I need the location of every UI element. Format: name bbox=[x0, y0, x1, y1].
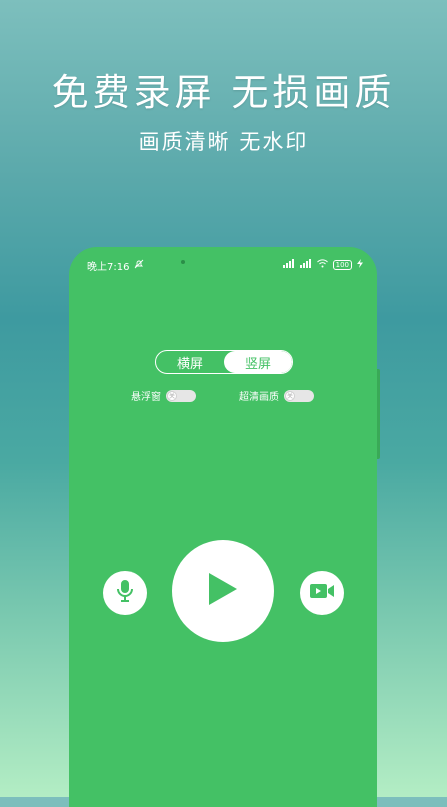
promo-subline: 画质清晰 无水印 bbox=[138, 130, 309, 154]
floating-window-toggle-knob: 关 bbox=[167, 390, 177, 401]
hd-quality-setting: 超清画质 关 bbox=[239, 388, 314, 403]
promo-headline: 免费录屏 无损画质 bbox=[51, 71, 396, 114]
video-camera-button[interactable] bbox=[300, 571, 344, 615]
phone-screen: 晚上7:16 100 横屏 竖屏 悬浮窗 关 超清画质 关 bbox=[69, 247, 380, 807]
bell-off-icon bbox=[134, 259, 144, 272]
floating-window-setting: 悬浮窗 关 bbox=[131, 388, 196, 403]
status-bar: 晚上7:16 100 bbox=[87, 257, 363, 273]
microphone-button[interactable] bbox=[103, 571, 147, 615]
floating-window-label: 悬浮窗 bbox=[131, 392, 161, 403]
hd-quality-toggle-knob: 关 bbox=[285, 390, 295, 401]
signal-icon bbox=[282, 259, 295, 271]
microphone-icon bbox=[116, 579, 134, 607]
battery-indicator: 100 bbox=[332, 260, 352, 270]
portrait-option[interactable]: 竖屏 bbox=[224, 351, 292, 373]
wifi-icon bbox=[316, 259, 328, 271]
charging-icon bbox=[357, 259, 363, 271]
landscape-option[interactable]: 横屏 bbox=[156, 351, 224, 373]
hd-quality-toggle[interactable]: 关 bbox=[284, 389, 314, 402]
status-time: 晚上7:16 bbox=[87, 261, 130, 273]
record-play-button[interactable] bbox=[172, 540, 274, 642]
floating-window-toggle[interactable]: 关 bbox=[166, 389, 196, 402]
signal-2-icon bbox=[299, 259, 312, 271]
orientation-segmented-control: 横屏 竖屏 bbox=[155, 350, 293, 374]
play-icon bbox=[207, 571, 239, 611]
video-camera-icon bbox=[309, 582, 335, 604]
hd-quality-label: 超清画质 bbox=[239, 392, 279, 403]
